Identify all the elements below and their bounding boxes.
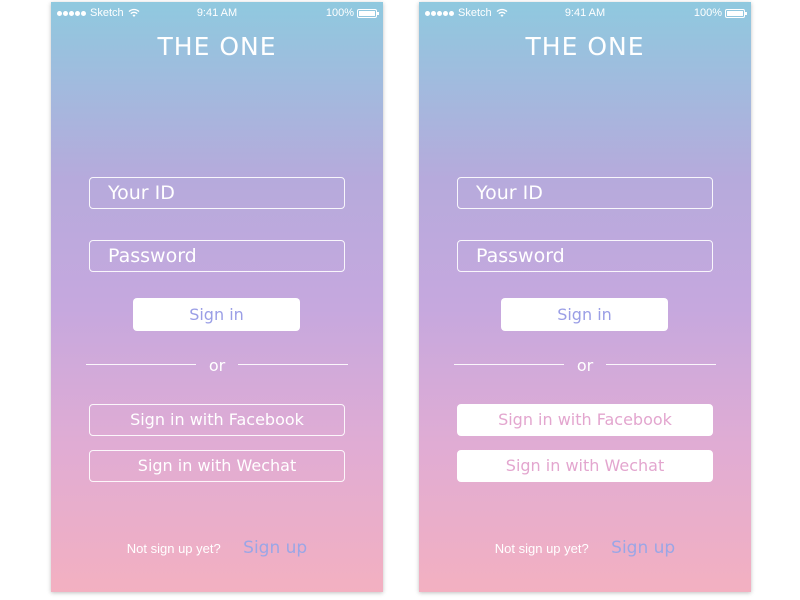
password-input[interactable]: Password (89, 240, 345, 272)
divider-text: or (208, 356, 226, 375)
divider-line-right (238, 364, 348, 365)
id-input[interactable]: Your ID (457, 177, 713, 209)
app-title: THE ONE (157, 32, 277, 61)
comparison-canvas: Sketch 9:41 AM 100% THE ONE Your ID Pass… (0, 0, 800, 600)
battery-percent: 100% (325, 7, 354, 19)
wechat-sign-in-button[interactable]: Sign in with Wechat (89, 450, 345, 482)
sign-up-link[interactable]: Sign up (611, 538, 675, 558)
facebook-sign-in-button[interactable]: Sign in with Facebook (457, 404, 713, 436)
battery-icon (357, 8, 379, 18)
wechat-sign-in-button[interactable]: Sign in with Wechat (457, 450, 713, 482)
phone-screen-outline-variant: Sketch 9:41 AM 100% THE ONE Your ID Pass… (51, 2, 383, 592)
signup-prompt: Not sign up yet? (494, 540, 589, 556)
signup-footer: Not sign up yet? Sign up (419, 538, 751, 558)
phone-screen-filled-variant: Sketch 9:41 AM 100% THE ONE Your ID Pass… (419, 2, 751, 592)
status-right: 100% (693, 7, 747, 19)
signup-prompt: Not sign up yet? (126, 540, 221, 556)
facebook-sign-in-button[interactable]: Sign in with Facebook (89, 404, 345, 436)
app-title: THE ONE (525, 32, 645, 61)
password-input[interactable]: Password (457, 240, 713, 272)
status-right: 100% (325, 7, 379, 19)
battery-percent: 100% (693, 7, 722, 19)
or-divider: or (454, 356, 716, 375)
divider-text: or (576, 356, 594, 375)
or-divider: or (86, 356, 348, 375)
sign-up-link[interactable]: Sign up (243, 538, 307, 558)
sign-in-button[interactable]: Sign in (501, 298, 668, 331)
battery-icon (725, 8, 747, 18)
divider-line-right (606, 364, 716, 365)
signup-footer: Not sign up yet? Sign up (51, 538, 383, 558)
status-bar: Sketch 9:41 AM 100% (51, 2, 383, 24)
id-input[interactable]: Your ID (89, 177, 345, 209)
sign-in-button[interactable]: Sign in (133, 298, 300, 331)
status-bar: Sketch 9:41 AM 100% (419, 2, 751, 24)
